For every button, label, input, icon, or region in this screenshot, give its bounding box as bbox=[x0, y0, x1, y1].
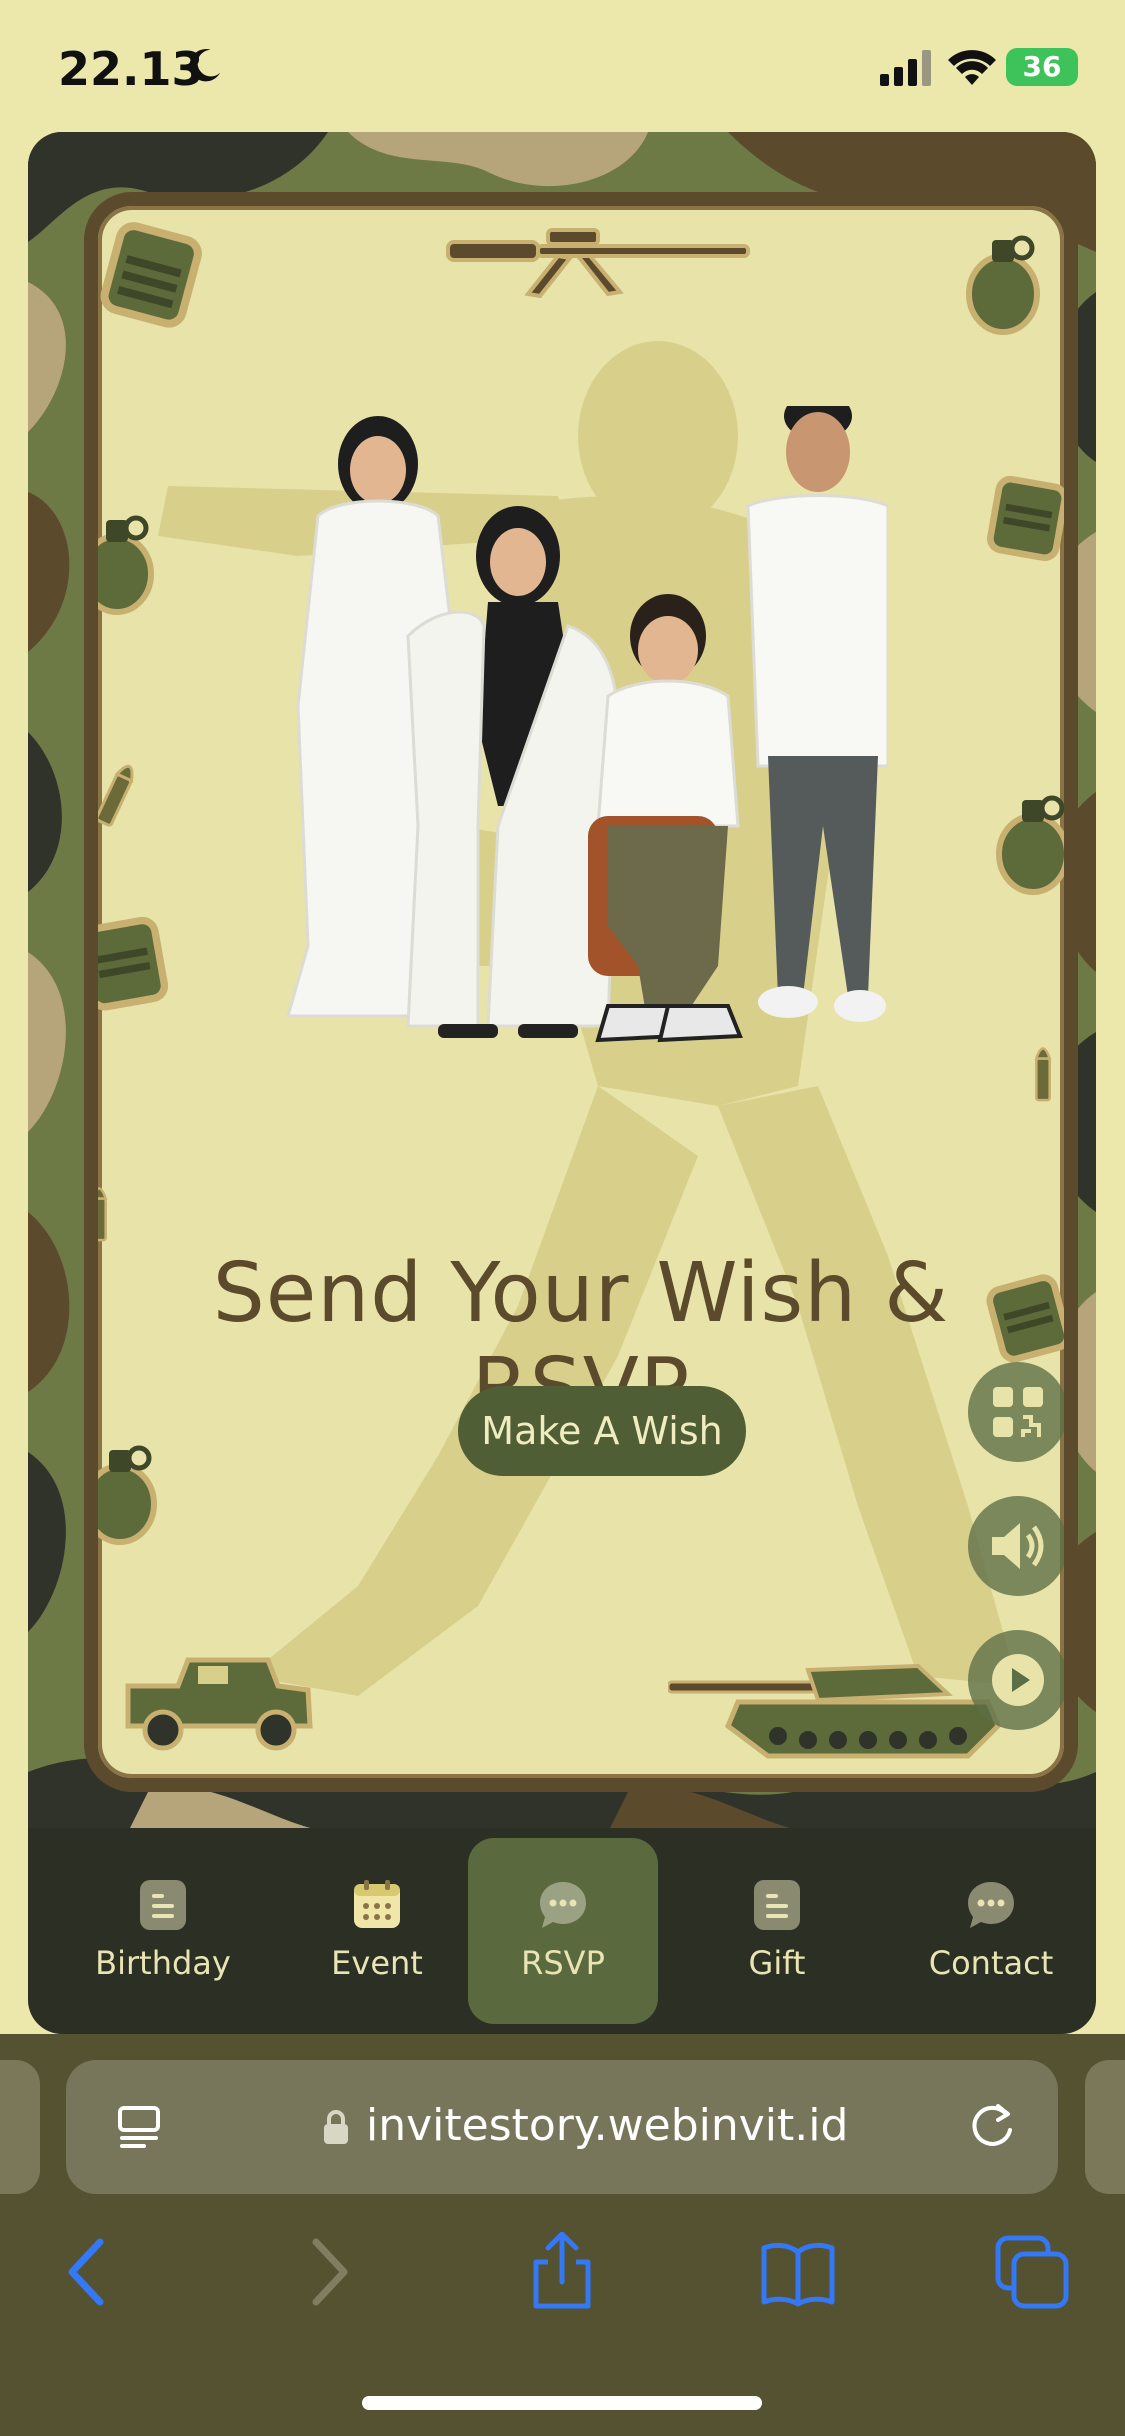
battery-indicator: 36 bbox=[1006, 48, 1078, 86]
camo-frame: Send Your Wish & RSVP Make A Wish bbox=[28, 132, 1096, 1832]
document-icon bbox=[754, 1880, 800, 1930]
qr-code-icon bbox=[993, 1387, 1043, 1437]
reload-icon[interactable] bbox=[966, 2100, 1018, 2152]
page-menu-icon[interactable] bbox=[114, 2102, 164, 2152]
address-bar[interactable]: invitestory.webinvit.id bbox=[66, 2060, 1058, 2194]
bullet-icon bbox=[98, 764, 134, 827]
person-son bbox=[588, 594, 743, 1043]
bottom-navigation: Birthday Event RSVP Gift Contact bbox=[28, 1828, 1096, 2034]
wifi-icon bbox=[948, 50, 996, 85]
qr-code-button[interactable] bbox=[968, 1362, 1064, 1462]
nav-gift[interactable]: Gift bbox=[682, 1828, 872, 2034]
bookmarks-icon[interactable] bbox=[758, 2232, 838, 2312]
cellular-signal-icon bbox=[880, 50, 931, 86]
nav-label: Contact bbox=[928, 1944, 1054, 1982]
share-icon[interactable] bbox=[522, 2232, 602, 2312]
vest-icon bbox=[100, 222, 202, 328]
bullet-icon bbox=[98, 1187, 108, 1242]
play-icon bbox=[992, 1654, 1044, 1706]
speaker-icon bbox=[992, 1523, 1044, 1569]
nav-rsvp[interactable]: RSVP bbox=[468, 1828, 658, 2034]
nav-contact[interactable]: Contact bbox=[896, 1828, 1086, 2034]
tank-icon bbox=[668, 1663, 1001, 1759]
autoplay-button[interactable] bbox=[968, 1630, 1064, 1730]
status-bar: 22.13 36 bbox=[0, 0, 1125, 130]
chat-icon bbox=[540, 1882, 586, 1928]
nav-label: Event bbox=[331, 1944, 423, 1982]
audio-toggle-button[interactable] bbox=[968, 1496, 1064, 1596]
previous-tab-preview[interactable] bbox=[0, 2060, 40, 2194]
grenade-icon bbox=[996, 795, 1064, 895]
jeep-icon bbox=[125, 1657, 313, 1751]
bullet-icon bbox=[1034, 1047, 1052, 1102]
status-time: 22.13 bbox=[58, 42, 204, 96]
grenade-icon bbox=[966, 235, 1040, 335]
nav-event[interactable]: Event bbox=[282, 1828, 472, 2034]
home-indicator bbox=[362, 2396, 762, 2410]
lock-icon bbox=[324, 2110, 348, 2144]
family-photo bbox=[286, 406, 888, 1043]
chat-icon bbox=[968, 1882, 1014, 1928]
nav-birthday[interactable]: Birthday bbox=[68, 1828, 258, 2034]
vest-icon bbox=[987, 475, 1064, 562]
calendar-icon bbox=[354, 1880, 400, 1928]
grenade-icon bbox=[98, 1445, 157, 1545]
machine-gun-icon bbox=[446, 228, 750, 299]
make-a-wish-button[interactable]: Make A Wish bbox=[458, 1386, 746, 1476]
document-icon bbox=[140, 1880, 186, 1930]
browser-toolbar: invitestory.webinvit.id bbox=[0, 2034, 1125, 2436]
nav-label: RSVP bbox=[521, 1944, 605, 1982]
next-tab-preview[interactable] bbox=[1085, 2060, 1125, 2194]
url-text: invitestory.webinvit.id bbox=[366, 2100, 849, 2151]
forward-icon[interactable] bbox=[288, 2232, 368, 2312]
person-father bbox=[746, 406, 888, 1022]
moon-icon bbox=[189, 49, 221, 82]
rsvp-card: Send Your Wish & RSVP Make A Wish bbox=[84, 192, 1078, 1792]
active-tab-highlight bbox=[468, 1838, 658, 2024]
battery-level: 36 bbox=[1022, 50, 1062, 83]
nav-label: Gift bbox=[748, 1944, 806, 1982]
nav-label: Birthday bbox=[95, 1944, 231, 1982]
back-icon[interactable] bbox=[48, 2232, 128, 2312]
vest-icon bbox=[98, 916, 169, 1011]
grenade-icon bbox=[98, 515, 154, 615]
tabs-icon[interactable] bbox=[992, 2232, 1072, 2312]
